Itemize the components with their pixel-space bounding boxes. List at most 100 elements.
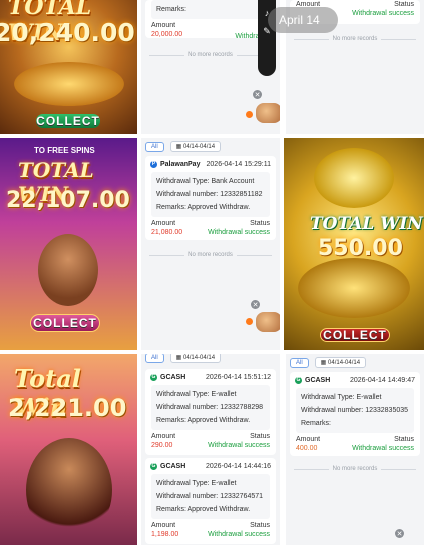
amount-label: Amount — [151, 433, 176, 440]
withdrawal-type-label: Withdrawal Type: — [301, 394, 355, 401]
monkey-character — [38, 234, 98, 306]
record-card: G GCASH 2026-04-14 15:51:12 Withdrawal Ty… — [145, 369, 276, 455]
no-more-records: No more records — [149, 252, 272, 258]
amount-value: 290.00 — [151, 442, 173, 449]
collect-button[interactable]: COLLECT — [30, 314, 100, 332]
date-filter-chip[interactable]: ▦ 04/14-04/14 — [169, 141, 222, 152]
no-more-records: No more records — [294, 36, 416, 42]
withdrawal-type-label: Withdrawal Type: — [156, 178, 210, 185]
date-pill: April 14 — [268, 7, 338, 33]
filter-all-chip[interactable]: All — [145, 141, 164, 152]
status-value: Withdrawal success — [352, 445, 414, 452]
record-card: G GCASH 2026-04-14 14:49:47 Withdrawal Ty… — [290, 372, 420, 456]
game-win-tile-2: TO FREE SPINS TOTAL WIN 22,107.00 COLLEC… — [0, 138, 137, 350]
filter-all-chip[interactable]: All — [145, 354, 164, 363]
win-amount: 20,240.00 — [0, 18, 135, 47]
wallet-brand: PalawanPay — [160, 160, 201, 168]
wallet-brand: GCASH — [160, 373, 186, 381]
record-card: P PalawanPay 2026-04-14 15:29:11 Withdraw… — [145, 156, 276, 240]
amount-label: Amount — [151, 22, 176, 29]
amount-label: Amount — [151, 220, 176, 227]
withdrawal-type-label: Withdrawal Type: — [156, 391, 210, 398]
amount-value: 20,000.00 — [151, 31, 183, 38]
status-value: Withdrawal success — [208, 531, 270, 538]
wallet-brand: GCASH — [305, 376, 331, 384]
status-value: Withdrawal success — [352, 10, 414, 17]
remarks-line: Remarks: Approved Withdraw. — [156, 417, 251, 424]
status-label: Status — [250, 433, 270, 440]
calendar-icon: ▦ — [175, 355, 184, 361]
remarks-label: Remarks: — [156, 6, 186, 13]
withdrawal-number-label: Withdrawal number: — [156, 404, 219, 411]
record-time: 2026-04-14 15:51:12 — [206, 373, 271, 381]
palawanpay-logo-icon: P — [150, 160, 157, 168]
wallet-brand: GCASH — [160, 462, 186, 470]
amount-value: 400.00 — [296, 445, 318, 452]
remarks-label: Remarks: — [301, 420, 331, 427]
orb-icon — [246, 318, 253, 325]
date-filter-chip[interactable]: ▦ 04/14-04/14 — [314, 357, 367, 368]
withdrawal-number-value: 12332788298 — [220, 404, 264, 411]
pet-sticker-icon[interactable] — [256, 312, 280, 332]
withdrawal-type-value: Bank Account — [211, 178, 255, 185]
withdrawal-type-value: E-wallet — [356, 394, 382, 401]
collage: TOTAL WIN 20,240.00 COLLECT Remarks: Amo… — [0, 0, 424, 545]
amount-value: 21,080.00 — [151, 229, 183, 236]
coin-pile — [14, 62, 124, 106]
remarks-line: Remarks: Approved Withdraw. — [156, 506, 251, 513]
no-more-records: No more records — [149, 52, 272, 58]
status-value: Withdrawal success — [208, 229, 270, 236]
withdrawal-number-value: 12332851182 — [220, 191, 263, 198]
calendar-icon: ▦ — [175, 144, 184, 150]
amount-label: Amount — [296, 436, 321, 443]
withdrawal-type-label: Withdrawal Type: — [156, 480, 210, 487]
withdrawal-number-value: 12332764571 — [220, 493, 264, 500]
close-icon[interactable]: ✕ — [251, 300, 260, 309]
record-card: Remarks: Amount 20,000.00 Withdrawal — [145, 0, 276, 40]
remarks-line: Remarks: Approved Withdraw. — [156, 204, 251, 211]
collect-button[interactable]: COLLECT — [320, 328, 390, 342]
withdrawal-number-label: Withdrawal number: — [301, 407, 364, 414]
withdrawal-number-value: 12332835035 — [365, 407, 409, 414]
status-label: Status — [394, 1, 414, 8]
amount-label: Amount — [151, 522, 176, 529]
close-icon[interactable]: ✕ — [253, 90, 262, 99]
golden-dragon — [314, 148, 394, 208]
close-icon[interactable]: ✕ — [395, 529, 404, 538]
record-card: G GCASH 2026-04-14 14:44:16 Withdrawal Ty… — [145, 458, 276, 544]
status-label: Status — [250, 522, 270, 529]
game-win-tile-1: TOTAL WIN 20,240.00 COLLECT — [0, 0, 137, 134]
record-time: 2026-04-14 14:44:16 — [206, 462, 271, 470]
gcash-logo-icon: G — [150, 462, 157, 470]
withdraw-record-panel-5: All ▦ 04/14-04/14 G GCASH 2026-04-14 14:4… — [286, 354, 424, 545]
status-label: Status — [250, 220, 270, 227]
status-label: Status — [394, 436, 414, 443]
amount-value: 1,198.00 — [151, 531, 179, 538]
withdrawal-type-value: E-wallet — [211, 391, 237, 398]
win-amount: 22,107.00 — [6, 188, 130, 213]
no-more-records: No more records — [294, 466, 416, 472]
withdrawal-type-value: E-wallet — [211, 480, 237, 487]
date-filter-chip[interactable]: ▦ 04/14-04/14 — [169, 354, 222, 363]
record-time: 2026-04-14 14:49:47 — [350, 376, 415, 384]
status-value: Withdrawal success — [208, 442, 270, 449]
gold-treasure — [298, 258, 410, 318]
gcash-logo-icon: G — [295, 376, 302, 384]
calendar-icon: ▦ — [320, 360, 329, 366]
record-time: 2026-04-14 15:29:11 — [206, 160, 271, 168]
withdrawal-number-label: Withdrawal number: — [156, 493, 219, 500]
gcash-logo-icon: G — [150, 373, 157, 381]
orb-icon — [246, 111, 253, 118]
free-spins-label: TO FREE SPINS — [34, 146, 95, 155]
game-win-tile-3: TOTAL WIN 550.00 COLLECT — [284, 138, 424, 350]
girl-character — [26, 438, 112, 542]
collect-button[interactable]: COLLECT — [36, 114, 100, 128]
withdraw-record-panel-4: All ▦ 04/14-04/14 G GCASH 2026-04-14 15:5… — [141, 354, 280, 545]
game-win-tile-4: Total Win 2,221.00 — [0, 354, 137, 545]
win-amount: 2,221.00 — [8, 394, 127, 422]
pet-sticker-icon[interactable] — [256, 103, 280, 123]
withdraw-record-panel-3: All ▦ 04/14-04/14 P PalawanPay 2026-04-14… — [141, 138, 280, 350]
total-win-title: TOTAL WIN — [310, 214, 423, 234]
filter-all-chip[interactable]: All — [290, 357, 309, 368]
withdrawal-number-label: Withdrawal number: — [156, 191, 219, 198]
